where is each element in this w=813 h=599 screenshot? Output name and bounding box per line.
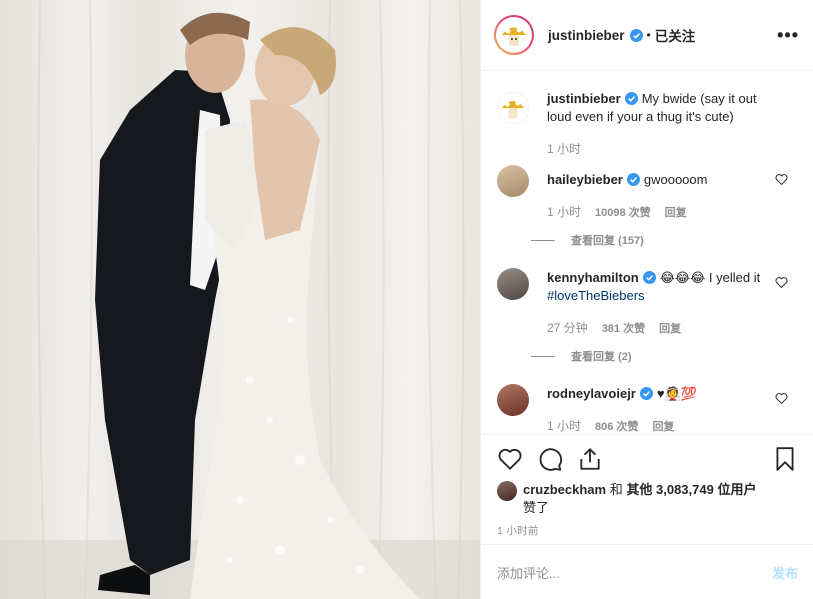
mushroom-avatar-icon bbox=[502, 27, 526, 46]
comment-text: 😂😂😂 I yelled it bbox=[659, 270, 761, 285]
post-timestamp[interactable]: 1 小时前 bbox=[497, 523, 798, 538]
likes-connector: 和 bbox=[609, 482, 623, 497]
post-comment-button[interactable]: 发布 bbox=[772, 563, 798, 582]
verified-badge-icon bbox=[642, 271, 656, 284]
post-header: justinbieber • 已关注 ••• bbox=[481, 0, 813, 71]
comment-username[interactable]: rodneylavoiejr bbox=[547, 386, 636, 401]
likes-text: cruzbeckham 和 其他 3,083,749 位用户 赞了 bbox=[523, 481, 756, 517]
likes-line2: 赞了 bbox=[523, 500, 550, 515]
reply-button[interactable]: 回复 bbox=[652, 418, 674, 434]
likes-summary: cruzbeckham 和 其他 3,083,749 位用户 赞了 bbox=[497, 481, 798, 517]
liker-username[interactable]: cruzbeckham bbox=[523, 482, 606, 497]
caption-meta: 1 小时 bbox=[547, 140, 774, 157]
caption-text-row: justinbieber My bwide (say it out loud ev… bbox=[547, 90, 774, 126]
comment-username[interactable]: haileybieber bbox=[547, 172, 623, 187]
caption: justinbieber My bwide (say it out loud ev… bbox=[481, 90, 813, 157]
likes-suffix[interactable]: 位用户 bbox=[717, 482, 756, 497]
comment-bubble-icon[interactable] bbox=[537, 446, 563, 472]
caption-avatar[interactable] bbox=[497, 92, 529, 124]
replies-divider bbox=[531, 355, 555, 357]
replies-divider bbox=[531, 239, 555, 241]
commenter-avatar[interactable] bbox=[497, 384, 529, 416]
mushroom-avatar-icon bbox=[501, 101, 525, 119]
verified-badge-icon bbox=[639, 387, 653, 400]
comment-time[interactable]: 1 小时 bbox=[547, 417, 581, 434]
add-comment-bar: 添加评论... 发布 bbox=[481, 544, 813, 599]
view-replies-label[interactable]: 查看回复 (2) bbox=[571, 348, 632, 364]
comment-item: haileybieber gwooooom 1 小时 10098 次赞 回复 查看… bbox=[481, 165, 813, 248]
post-actions: cruzbeckham 和 其他 3,083,749 位用户 赞了 1 小时前 bbox=[481, 434, 813, 538]
comment-likes[interactable]: 381 次赞 bbox=[602, 320, 645, 336]
commenter-avatar[interactable] bbox=[497, 268, 529, 300]
view-replies-button[interactable]: 查看回复 (157) bbox=[531, 232, 774, 248]
more-options-icon[interactable]: ••• bbox=[777, 25, 799, 46]
verified-badge-icon bbox=[626, 173, 640, 186]
comment-text: gwooooom bbox=[643, 172, 708, 187]
likes-count[interactable]: 3,083,749 bbox=[656, 482, 714, 497]
post-photo bbox=[0, 0, 480, 599]
like-comment-heart-icon[interactable] bbox=[775, 276, 788, 288]
comment-text-row: haileybieber gwooooom bbox=[547, 165, 774, 189]
comment-meta: 1 小时 806 次赞 回复 bbox=[547, 417, 774, 434]
like-comment-heart-icon[interactable] bbox=[775, 392, 788, 404]
comment-likes[interactable]: 10098 次赞 bbox=[595, 204, 651, 220]
verified-badge-icon bbox=[629, 28, 643, 42]
comment-meta: 27 分钟 381 次赞 回复 bbox=[547, 319, 774, 336]
save-bookmark-icon[interactable] bbox=[772, 446, 798, 472]
share-upload-icon[interactable] bbox=[577, 446, 603, 472]
caption-time[interactable]: 1 小时 bbox=[547, 140, 581, 157]
add-comment-input[interactable]: 添加评论... bbox=[497, 563, 772, 582]
comments-list: justinbieber My bwide (say it out loud ev… bbox=[481, 72, 813, 434]
view-replies-button[interactable]: 查看回复 (2) bbox=[531, 348, 774, 364]
commenter-avatar[interactable] bbox=[497, 165, 529, 197]
follow-status-button[interactable]: 已关注 bbox=[655, 25, 696, 45]
comment-time[interactable]: 1 小时 bbox=[547, 203, 581, 220]
comment-likes[interactable]: 806 次赞 bbox=[595, 418, 638, 434]
comment-item: rodneylavoiejr ♥👰💯 1 小时 806 次赞 回复 bbox=[481, 384, 813, 434]
like-comment-heart-icon[interactable] bbox=[775, 173, 788, 185]
comment-text: ♥👰💯 bbox=[656, 386, 697, 401]
hashtag-link[interactable]: #loveTheBiebers bbox=[547, 288, 645, 303]
comment-meta: 1 小时 10098 次赞 回复 bbox=[547, 203, 774, 220]
wedding-photo-illustration bbox=[0, 0, 480, 599]
comment-username[interactable]: kennyhamilton bbox=[547, 270, 639, 285]
view-replies-label[interactable]: 查看回复 (157) bbox=[571, 232, 644, 248]
likes-others-link[interactable]: 其他 bbox=[626, 482, 652, 497]
verified-badge-icon bbox=[624, 92, 638, 105]
author-avatar[interactable] bbox=[494, 15, 534, 55]
separator-dot: • bbox=[646, 28, 651, 42]
comment-text-row: kennyhamilton 😂😂😂 I yelled it #loveTheBie… bbox=[547, 268, 774, 305]
author-username[interactable]: justinbieber bbox=[548, 28, 625, 43]
like-heart-icon[interactable] bbox=[497, 446, 523, 472]
action-icons-row bbox=[497, 445, 798, 473]
liker-avatar[interactable] bbox=[497, 481, 517, 501]
post-side-panel: justinbieber • 已关注 ••• justinbieber My b… bbox=[480, 0, 813, 599]
comment-text-row: rodneylavoiejr ♥👰💯 bbox=[547, 384, 774, 403]
comment-time[interactable]: 27 分钟 bbox=[547, 319, 588, 336]
comment-item: kennyhamilton 😂😂😂 I yelled it #loveTheBie… bbox=[481, 268, 813, 364]
caption-username[interactable]: justinbieber bbox=[547, 91, 621, 106]
reply-button[interactable]: 回复 bbox=[665, 204, 687, 220]
reply-button[interactable]: 回复 bbox=[659, 320, 681, 336]
